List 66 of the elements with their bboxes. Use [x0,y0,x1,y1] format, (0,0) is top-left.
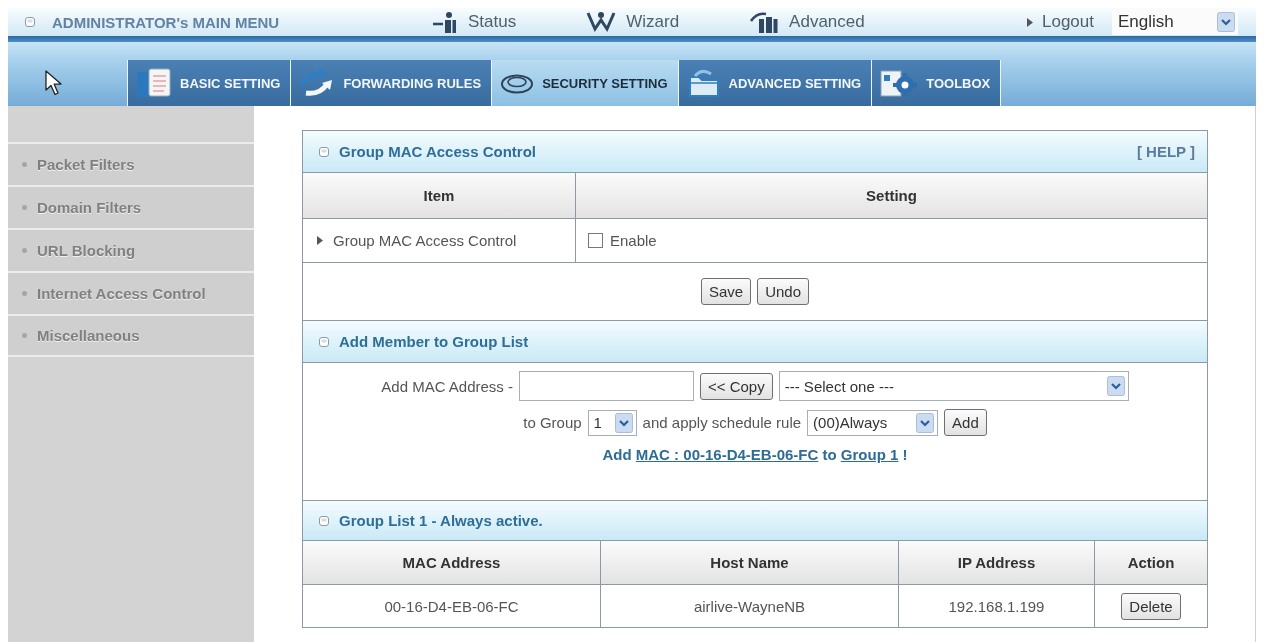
message-link[interactable]: MAC : 00-16-D4-EB-06-FC [635,446,819,463]
wizard-link[interactable]: Wizard [586,11,680,33]
nav-tab[interactable]: ADVANCED SETTING [678,60,873,106]
bullet-icon [22,291,27,296]
bullet-icon [22,333,27,338]
delete-button[interactable]: Delete [1121,592,1181,620]
column-header: Item [303,173,576,219]
item-label: Group MAC Access Control [333,232,517,249]
bullet-icon [22,162,27,167]
raised-arms-icon [586,11,617,33]
menu-title: ADMINISTRATOR's MAIN MENU [52,13,280,31]
column-header: Action [1095,541,1207,585]
field-label: Add MAC Address - [381,377,513,395]
status-link[interactable]: Status [432,11,517,33]
sidebar-item-label: Miscellaneous [37,327,140,344]
nav-tab[interactable]: FORWARDING RULES [291,60,493,106]
nav-tab[interactable]: TOOLBOX [872,60,1002,106]
column-header: IP Address [899,541,1095,585]
advanced-link[interactable]: Advanced [749,11,865,33]
add-mac-message: Add MAC : 00-16-D4-EB-06-FC to Group 1 ! [602,446,908,463]
sidebar-item-label: Domain Filters [37,199,142,216]
sidebar-item-label: Internet Access Control [37,285,206,302]
nav-tab[interactable]: BASIC SETTING [128,60,292,106]
schedule-select[interactable]: (00)Always [807,409,939,436]
bullet-icon [22,205,27,210]
ring-icon [500,72,535,94]
enable-checkbox[interactable] [588,233,603,248]
person-icon [432,11,458,33]
section-title: Add Member to Group List [339,333,529,350]
sidebar-item-label: Packet Filters [37,156,135,173]
caret-right-icon [1027,17,1033,27]
gear-icon [880,68,919,98]
form-button[interactable]: Save [700,278,752,305]
message-link[interactable]: Group 1 [840,446,899,463]
square-bullet-icon [25,17,35,27]
folder-icon [686,68,721,98]
sidebar-item-label: URL Blocking [37,242,136,259]
column-header: Setting [576,173,1207,219]
group-select[interactable]: 1 [587,409,637,436]
field-label: to Group [523,414,582,431]
copy-button[interactable]: << Copy [700,372,773,400]
square-bullet-icon [319,336,329,347]
logout-link[interactable]: Logout [1027,12,1094,32]
bullet-icon [22,248,27,253]
notebook-icon [136,68,172,98]
checkbox-label: Enable [610,232,657,249]
square-bullet-icon [319,146,329,157]
table-cell: 00-16-D4-EB-06-FC [303,585,601,627]
field-label: and apply schedule rule [642,414,802,431]
column-header: MAC Address [303,541,601,585]
section-title: Group MAC Access Control [339,143,536,160]
caret-right-icon [317,236,323,245]
table-cell: 192.168.1.199 [899,585,1095,627]
column-header: Host Name [601,541,899,585]
form-button[interactable]: Undo [757,278,810,305]
mac-address-field[interactable] [519,371,694,401]
section-title: Group List 1 - Always active. [339,512,543,529]
nav-tab[interactable]: SECURITY SETTING [492,60,679,106]
language-select[interactable]: English [1112,9,1238,35]
table-cell: airlive-WayneNB [601,585,899,627]
help-link[interactable]: [ HELP ] [1136,143,1195,160]
square-bullet-icon [319,515,329,526]
host-select[interactable]: --- Select one --- [778,371,1129,401]
add-button[interactable]: Add [944,409,987,436]
arch-bars-icon [749,11,780,33]
cursor-icon [45,70,63,96]
